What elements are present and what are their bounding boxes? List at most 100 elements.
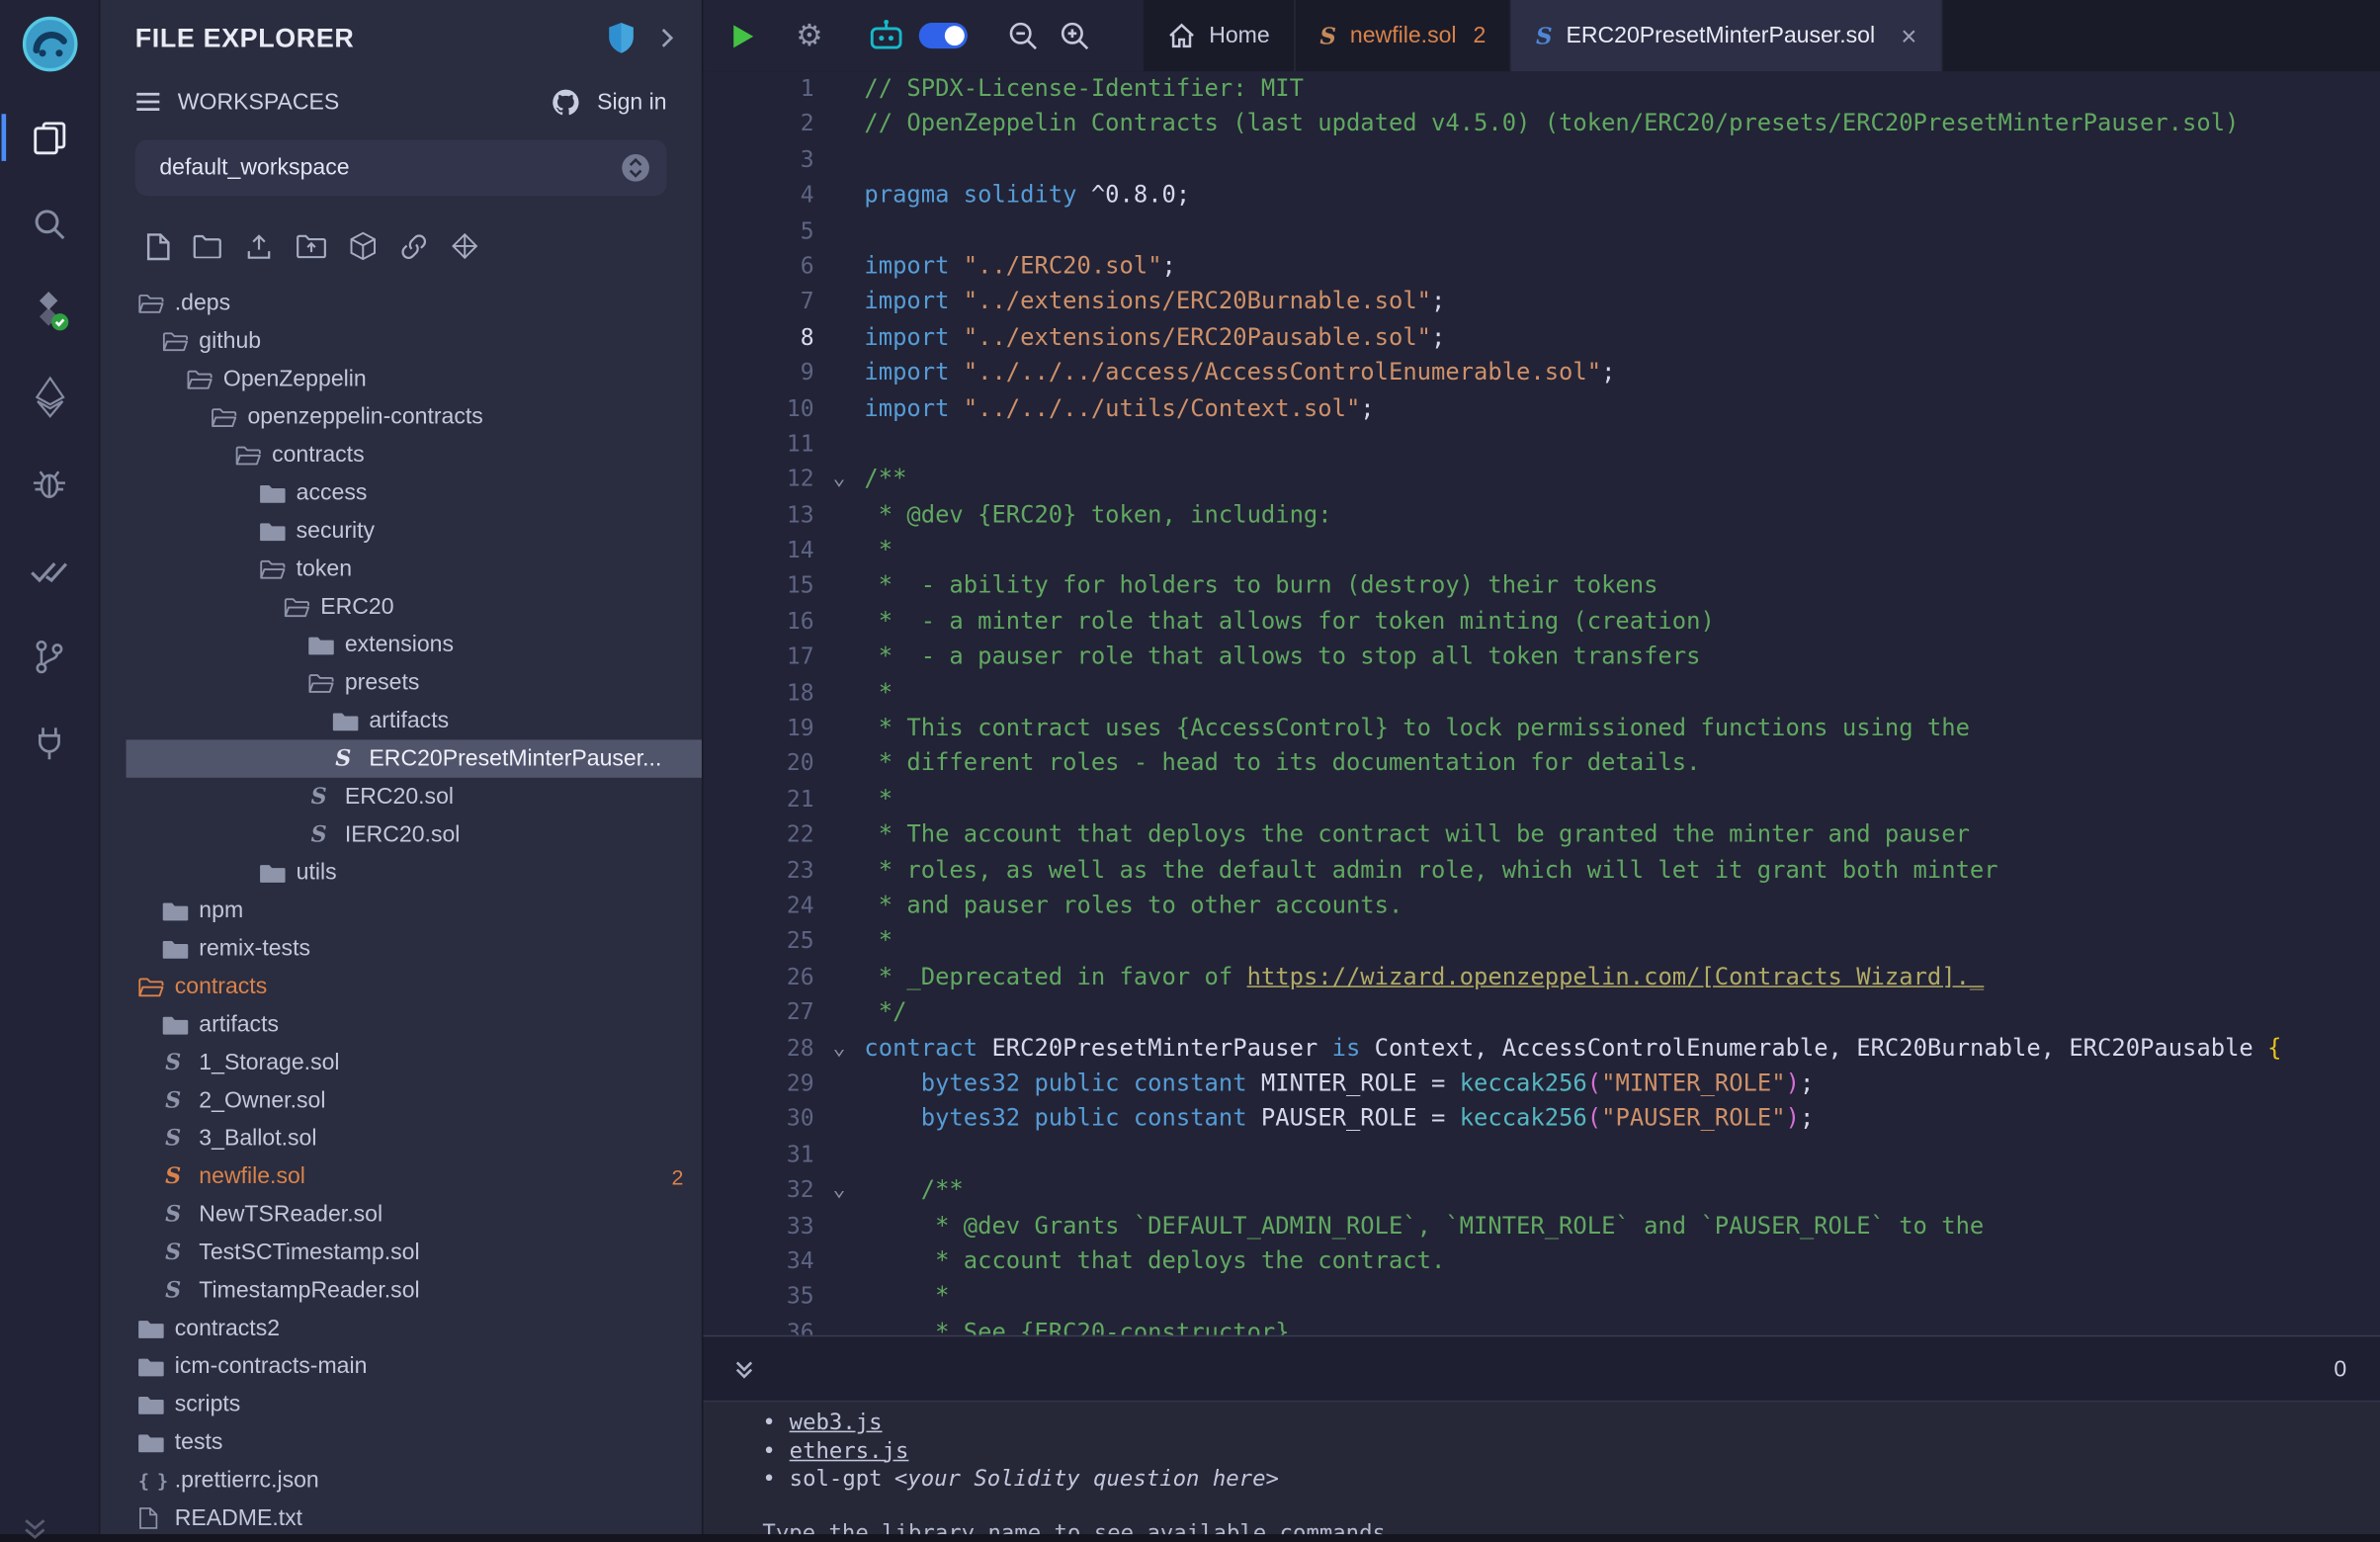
sidebar-solidity-compiler-button[interactable] [1, 267, 98, 354]
tree-item[interactable]: S2_Owner.sol [127, 1081, 702, 1119]
chevron-right-icon[interactable] [654, 26, 679, 50]
sol-icon: S [333, 746, 370, 772]
tree-item[interactable]: SNewTSReader.sol [127, 1195, 702, 1233]
tree-item-label: contracts2 [175, 1316, 280, 1341]
folder-icon [308, 635, 345, 656]
tree-item[interactable]: access [127, 473, 702, 511]
tree-item[interactable]: .deps [127, 284, 702, 321]
tree-item[interactable]: icm-contracts-main [127, 1347, 702, 1385]
bug-icon [31, 465, 68, 502]
sidebar-deploy-run-button[interactable] [1, 354, 98, 441]
tree-item[interactable]: Snewfile.sol2 [127, 1157, 702, 1195]
tree-item[interactable]: artifacts [127, 702, 702, 739]
tree-item[interactable]: contracts [127, 968, 702, 1005]
line-number: 6 [703, 249, 813, 285]
tree-item[interactable]: token [127, 550, 702, 587]
tree-item-label: contracts [272, 442, 365, 468]
new-file-icon[interactable] [146, 231, 171, 260]
sidebar-debugger-button[interactable] [1, 441, 98, 528]
tree-item-label: OpenZeppelin [223, 366, 367, 391]
sidebar-file-explorer-button[interactable] [1, 94, 98, 181]
new-folder-icon[interactable] [193, 234, 221, 259]
zoom-out-button[interactable] [1007, 20, 1039, 51]
tree-item[interactable]: remix-tests [127, 929, 702, 967]
code-line: 25 * [703, 924, 2380, 960]
tree-item[interactable]: contracts [127, 436, 702, 473]
remix-logo[interactable] [18, 12, 82, 76]
tree-item[interactable]: presets [127, 664, 702, 702]
library-link[interactable]: ethers.js [790, 1438, 909, 1467]
sol-icon: S [162, 1050, 199, 1075]
tree-item[interactable]: github [127, 322, 702, 360]
link-icon[interactable] [399, 231, 428, 260]
terminal-list: •web3.js•ethers.js•sol-gpt<your Solidity… [762, 1410, 2380, 1495]
editor-area: ⚙ Home [702, 0, 2380, 1534]
library-link[interactable]: web3.js [790, 1410, 883, 1438]
close-tab-icon[interactable]: × [1901, 22, 1916, 49]
folder-open-icon [162, 330, 199, 352]
code-text: */ [864, 995, 906, 1031]
sign-in-button[interactable]: Sign in [597, 89, 666, 115]
sidebar-git-button[interactable] [1, 614, 98, 701]
tree-item[interactable]: artifacts [127, 1005, 702, 1043]
code-text: bytes32 public constant MINTER_ROLE = ke… [864, 1067, 1814, 1102]
tree-item[interactable]: STimestampReader.sol [127, 1271, 702, 1309]
tree-item[interactable]: S1_Storage.sol [127, 1044, 702, 1081]
tree-item[interactable]: OpenZeppelin [127, 360, 702, 397]
shield-icon[interactable] [606, 22, 637, 55]
rail-collapse-icon[interactable] [22, 1517, 49, 1542]
tree-item[interactable]: SERC20PresetMinterPauser... [127, 739, 702, 777]
terminal[interactable]: •web3.js•ethers.js•sol-gpt<your Solidity… [703, 1402, 2380, 1534]
workspace-select[interactable]: default_workspace [135, 139, 667, 196]
fold-chevron-icon[interactable]: ⌄ [814, 1031, 865, 1067]
modified-count-badge: 2 [672, 1164, 684, 1189]
sidebar-search-button[interactable] [1, 181, 98, 268]
tree-item[interactable]: scripts [127, 1385, 702, 1422]
hamburger-icon[interactable] [135, 91, 161, 113]
ai-copilot-toggle[interactable] [919, 23, 968, 48]
tree-item[interactable]: tests [127, 1423, 702, 1461]
code-editor[interactable]: 1// SPDX-License-Identifier: MIT2// Open… [703, 71, 2380, 1335]
tree-item[interactable]: SERC20.sol [127, 778, 702, 815]
terminal-expand-icon[interactable] [732, 1357, 757, 1380]
tree-item[interactable]: openzeppelin-contracts [127, 398, 702, 436]
tree-item[interactable]: ERC20 [127, 588, 702, 626]
code-text: * - a pauser role that allows to stop al… [864, 640, 1700, 675]
tree-item[interactable]: npm [127, 892, 702, 929]
solidity-file-icon: S [1536, 22, 1553, 49]
upload-file-icon[interactable] [244, 231, 273, 260]
sidebar-unit-testing-button[interactable] [1, 527, 98, 614]
tree-item[interactable]: contracts2 [127, 1310, 702, 1347]
script-config-button[interactable]: ⚙ [796, 21, 823, 51]
tree-item[interactable]: extensions [127, 626, 702, 663]
tab-newfile[interactable]: S newfile.sol 2 [1296, 0, 1512, 71]
tree-item[interactable]: S3_Ballot.sol [127, 1120, 702, 1157]
fold-chevron-icon[interactable]: ⌄ [814, 1173, 865, 1209]
tree-item[interactable]: STestSCTimestamp.sol [127, 1234, 702, 1271]
line-number: 20 [703, 746, 813, 782]
code-line: 35 * [703, 1279, 2380, 1315]
cube-icon[interactable] [349, 231, 377, 262]
remix-ai-button[interactable] [867, 18, 904, 52]
code-line: 29 bytes32 public constant MINTER_ROLE =… [703, 1067, 2380, 1102]
upload-folder-icon[interactable] [297, 234, 327, 259]
tree-item[interactable]: README.txt [127, 1499, 702, 1534]
tree-item-label: TimestampReader.sol [199, 1277, 419, 1303]
code-line: 15 * - ability for holders to burn (dest… [703, 568, 2380, 604]
fold-spacer [814, 1138, 865, 1173]
tree-item-label: .prettierrc.json [175, 1467, 319, 1493]
sidebar-plugin-manager-button[interactable] [1, 700, 98, 787]
tab-erc20-preset-minter-pauser[interactable]: S ERC20PresetMinterPauser.sol × [1511, 0, 1942, 71]
code-line: 5 [703, 214, 2380, 249]
run-script-button[interactable] [730, 22, 756, 49]
tree-item[interactable]: security [127, 512, 702, 550]
tree-item[interactable]: SIERC20.sol [127, 815, 702, 853]
code-line: 17 * - a pauser role that allows to stop… [703, 640, 2380, 675]
tree-item[interactable]: utils [127, 854, 702, 892]
fold-chevron-icon[interactable]: ⌄ [814, 463, 865, 498]
kite-icon[interactable] [451, 232, 478, 260]
tab-home[interactable]: Home [1144, 0, 1296, 71]
line-number: 26 [703, 960, 813, 995]
zoom-in-button[interactable] [1059, 20, 1090, 51]
tree-item[interactable]: { }.prettierrc.json [127, 1461, 702, 1499]
